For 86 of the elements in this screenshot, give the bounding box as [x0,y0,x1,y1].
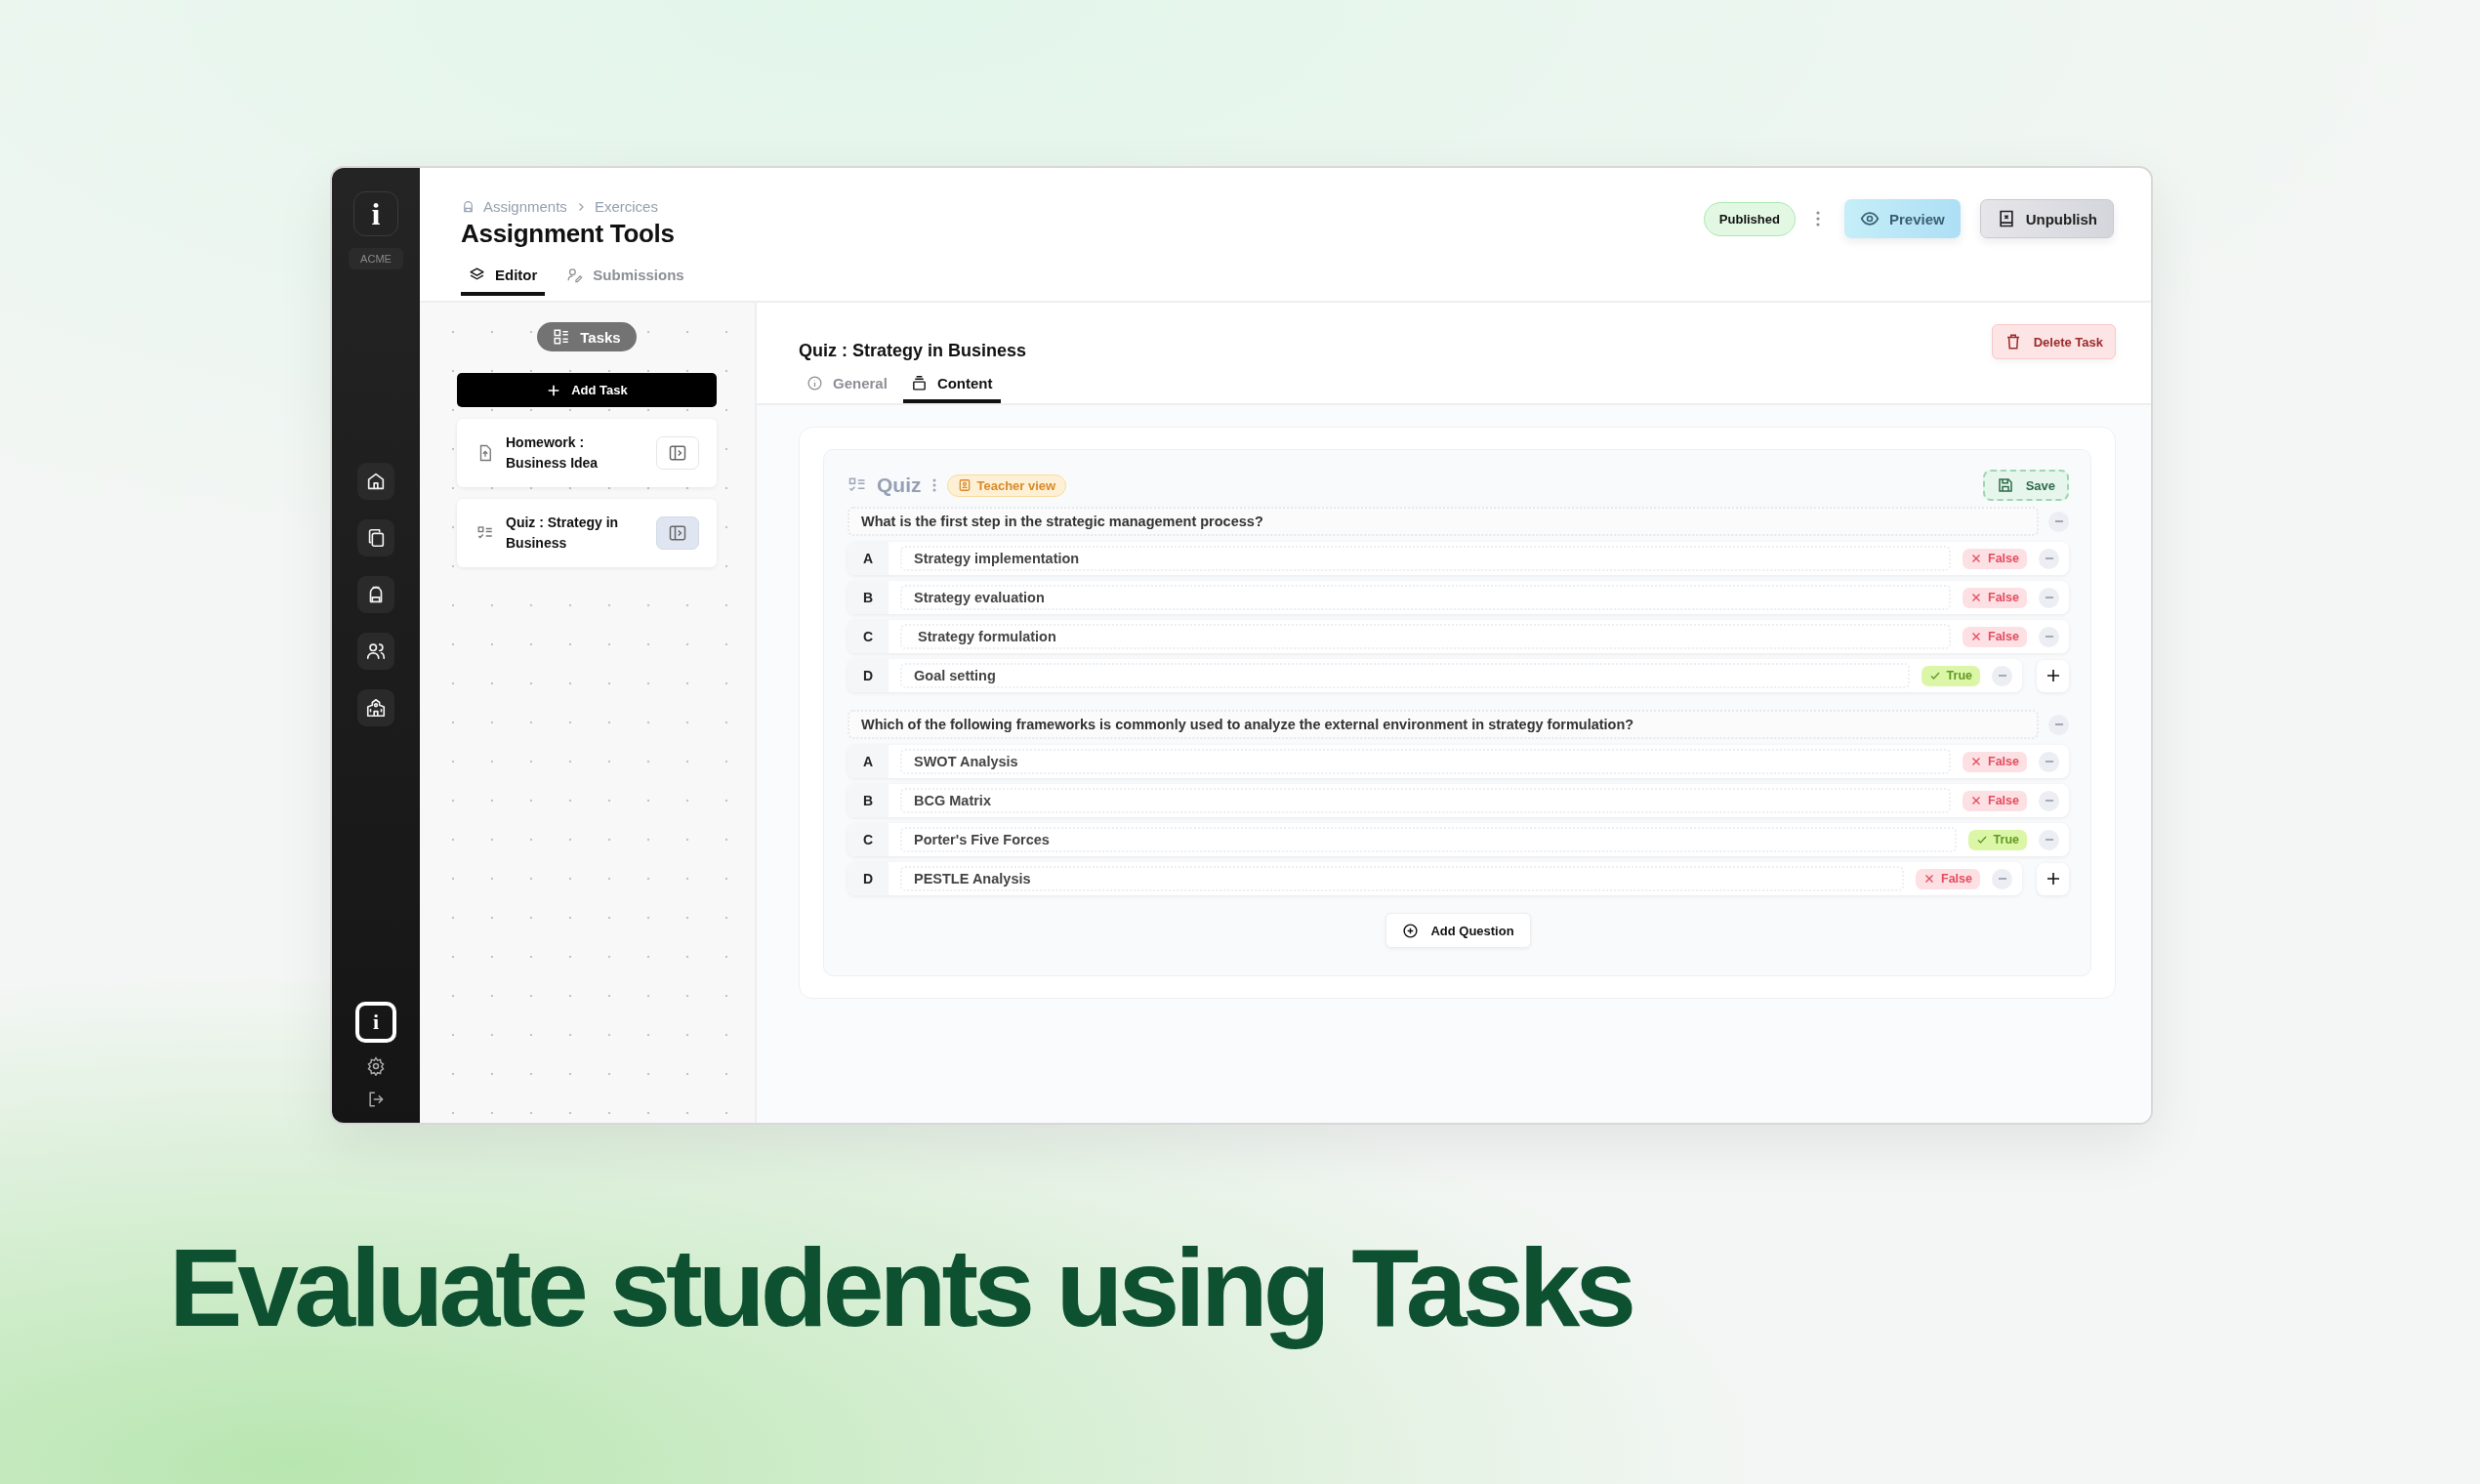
remove-button[interactable] [2039,790,2059,811]
open-panel-button[interactable] [656,516,699,550]
cross-icon [1970,631,1983,642]
more-icon[interactable] [1814,210,1821,227]
answer-field[interactable]: Goal setting [900,663,1910,688]
page-title: Assignment Tools [461,219,676,249]
tab[interactable]: Editor [461,261,546,296]
answer-letter: C [847,823,889,856]
answer-field[interactable]: Strategy implementation [900,546,1952,571]
answer-field[interactable]: SWOT Analysis [900,749,1952,774]
panel-icon [668,443,687,463]
answer-field[interactable]: Porter's Five Forces [900,827,1957,852]
backpack-button[interactable] [357,576,394,613]
school-icon [365,697,387,719]
users-icon [365,640,387,662]
info-icon [806,375,823,392]
task-card[interactable]: Homework : Business Idea [457,419,717,487]
question-field[interactable]: What is the first step in the strategic management process? [847,507,2039,536]
quiz-heading: Quiz [877,474,922,497]
remove-button[interactable] [2039,626,2059,647]
task-card[interactable]: Quiz : Strategy in Business [457,499,717,567]
contact-icon [957,478,971,492]
answer-field[interactable]: BCG Matrix [900,788,1952,813]
more-icon[interactable] [930,477,937,493]
remove-button[interactable] [1992,665,2012,686]
answer-field[interactable]: Strategy evaluation [900,585,1952,610]
task-heading: Quiz : Strategy in Business [799,341,1027,361]
add-answer-button[interactable] [2037,862,2069,895]
home-button[interactable] [357,463,394,500]
plus-icon [2045,668,2061,683]
add-answer-button[interactable] [2037,659,2069,692]
cross-icon [1970,756,1983,767]
unpublish-button[interactable]: Unpublish [1979,199,2114,238]
task-title: Homework : Business Idea [506,433,599,473]
cross-icon [1923,873,1936,885]
remove-button[interactable] [2039,751,2059,772]
users-button[interactable] [357,633,394,670]
preview-button[interactable]: Preview [1843,199,1961,238]
save-button[interactable]: Save [1982,470,2069,501]
backpack-icon [461,199,475,214]
settings-icon[interactable] [366,1056,386,1076]
cross-icon [1970,795,1983,806]
eye-icon [1859,209,1880,228]
teacher-view-badge: Teacher view [946,474,1067,497]
cross-icon [1970,592,1983,603]
remove-button[interactable] [1992,868,2012,889]
answer-letter: D [847,862,889,895]
remove-button[interactable] [2039,587,2059,608]
stack-icon [910,375,928,392]
answer-letter: A [847,745,889,778]
remove-button[interactable] [2048,714,2069,735]
cross-icon [1970,553,1983,564]
save-icon [1996,476,2014,494]
logo[interactable]: i [353,191,398,236]
org-badge: ACME [349,248,403,269]
plus-circle-icon [1402,922,1420,939]
answer-letter: C [847,620,889,653]
answer-letter: B [847,581,889,614]
remove-button[interactable] [2039,829,2059,850]
question-field[interactable]: Which of the following frameworks is commonly used to analyze the external environment in strategy formulation? [847,710,2039,739]
answer-letter: B [847,784,889,817]
check-icon [1975,834,1988,845]
home-icon [365,471,387,492]
logo[interactable]: i [355,1002,396,1043]
tasks-badge: Tasks [537,322,637,351]
add-task-button[interactable]: Add Task [457,373,717,407]
answer-letter: A [847,542,889,575]
answer-field[interactable]: PESTLE Analysis [900,866,1905,891]
answer-field[interactable]: Strategy formulation [900,624,1952,649]
user-edit-icon [566,267,584,283]
task-title: Quiz : Strategy in Business [506,514,620,553]
delete-task-button[interactable]: Delete Task [1991,324,2116,359]
school-button[interactable] [357,689,394,726]
add-question-button[interactable]: Add Question [1385,913,1531,948]
logout-icon[interactable] [366,1090,386,1109]
answer-letter: D [847,659,889,692]
list-icon [553,328,571,346]
headline: Evaluate students using Tasks [169,1225,1633,1351]
panel-icon [668,523,687,543]
documents-button[interactable] [357,519,394,556]
check-icon [1928,670,1941,681]
remove-button[interactable] [2039,548,2059,569]
status-badge: Published [1703,201,1796,236]
plus-icon [2045,871,2061,886]
remove-button[interactable] [2048,511,2069,532]
open-panel-button[interactable] [656,436,699,470]
